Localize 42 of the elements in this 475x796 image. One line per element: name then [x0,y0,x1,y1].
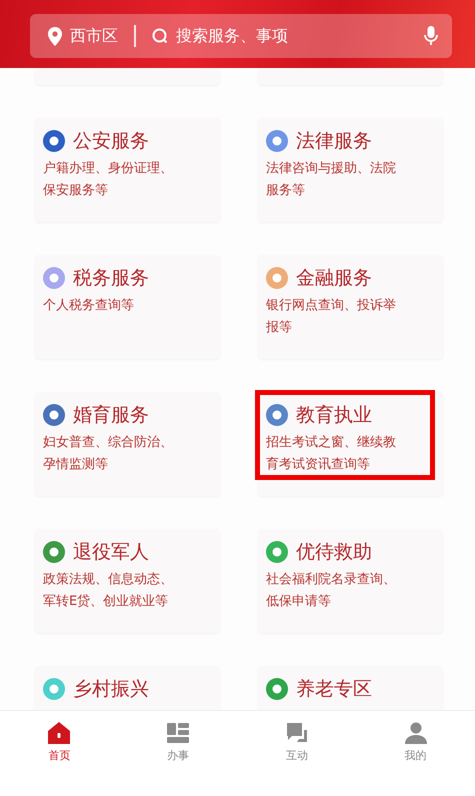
service-card[interactable]: 法律服务 法律咨询与援助、法院服务等 [258,118,443,222]
service-card[interactable]: 优待救助 社会福利院名录查询、低保申请等 [258,529,443,633]
service-card[interactable]: 教育执业 招生考试之窗、继续教育考试资讯查询等 [258,392,443,496]
service-description: 法律咨询与援助、法院服务等 [266,160,397,200]
service-title: 退役军人 [73,541,149,563]
service-title: 法律服务 [296,130,372,152]
service-description: 妇女普查、综合防治、孕情监测等 [43,434,174,474]
service-title: 教育执业 [296,404,372,426]
search-icon [152,28,168,44]
service-description: 政策法规、信息动态、军转E贷、创业就业等 [43,571,174,611]
search-placeholder[interactable]: 搜索服务、事项 [176,24,416,48]
tab-button[interactable]: 首页 [0,711,119,770]
service-description: 个人税务查询等 [43,297,135,315]
person-icon [404,721,428,745]
service-title: 税务服务 [73,267,149,289]
tab-button[interactable]: 互动 [238,711,356,770]
search-bar[interactable]: 西市区 搜索服务、事项 [30,14,452,58]
service-description: 银行网点查询、投诉举报等 [266,297,397,337]
service-title: 乡村振兴 [73,678,149,700]
tab-button[interactable]: 办事 [118,711,238,770]
service-title: 优待救助 [296,541,372,563]
service-card[interactable]: 乡村振兴 [35,666,220,710]
service-title: 养老专区 [296,678,372,700]
location-pin-icon [48,26,62,46]
service-title: 公安服务 [73,130,149,152]
service-card[interactable]: 退役军人 政策法规、信息动态、军转E贷、创业就业等 [35,529,220,633]
service-title: 婚育服务 [73,404,149,426]
service-title: 金融服务 [296,267,372,289]
service-card[interactable]: 金融服务 银行网点查询、投诉举报等 [258,255,443,359]
service-card[interactable]: 公安服务 户籍办理、身份证理、保安服务等 [35,118,220,222]
tab-button[interactable]: 我的 [356,711,475,770]
service-description: 户籍办理、身份证理、保安服务等 [43,160,174,200]
home-icon [47,721,72,745]
service-card[interactable]: 养老专区 [258,666,443,710]
chat-icon [284,721,309,745]
service-card[interactable]: 婚育服务 妇女普查、综合防治、孕情监测等 [35,392,220,496]
service-card[interactable]: 税务服务 个人税务查询等 [35,255,220,359]
microphone-icon[interactable] [424,26,438,46]
location-label[interactable]: 西市区 [70,24,118,48]
service-description: 社会福利院名录查询、低保申请等 [266,571,397,611]
service-description: 招生考试之窗、继续教育考试资讯查询等 [266,434,397,474]
grid-icon [166,721,190,745]
